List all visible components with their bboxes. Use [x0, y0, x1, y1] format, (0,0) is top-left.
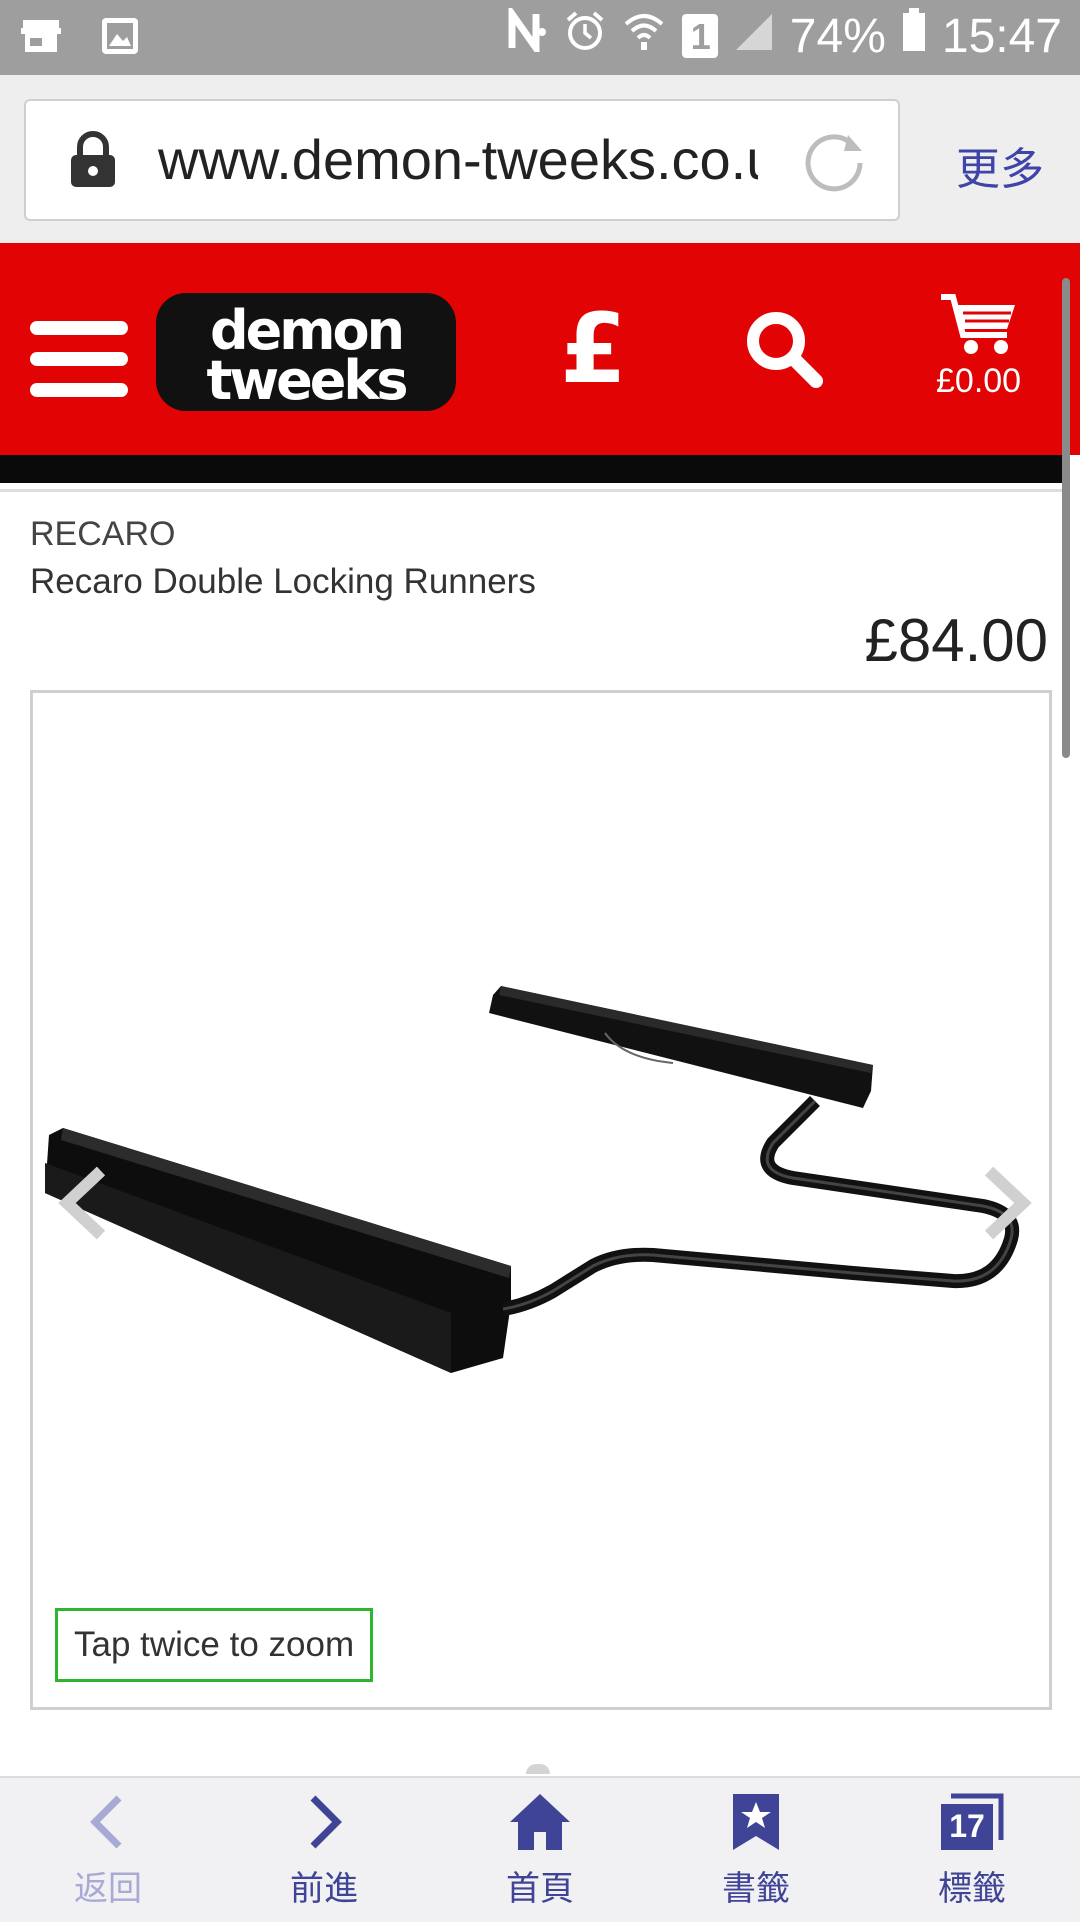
url-text[interactable]: www.demon-tweeks.co.uk	[158, 127, 758, 192]
browser-bottom-nav: 返回 前進 首頁 書籤 17 標籤	[0, 1776, 1080, 1922]
nfc-icon	[508, 2, 548, 64]
tabs-icon: 17	[939, 1792, 1005, 1852]
zoom-hint: Tap twice to zoom	[55, 1608, 374, 1682]
cart-icon	[939, 294, 1019, 361]
url-bar[interactable]: www.demon-tweeks.co.uk	[24, 99, 900, 221]
back-icon	[83, 1795, 133, 1856]
forward-label: 前進	[290, 1870, 358, 1908]
tabs-label: 標籤	[938, 1870, 1006, 1908]
product-price: £84.00	[864, 607, 1048, 674]
carousel-indicator	[526, 1764, 550, 1774]
home-icon	[508, 1794, 572, 1856]
battery-icon	[902, 8, 926, 64]
browser-toolbar: www.demon-tweeks.co.uk 更多	[0, 75, 1080, 243]
currency-button[interactable]: £	[560, 293, 627, 405]
site-header: demon tweeks £ £0.00	[0, 243, 1080, 455]
divider	[0, 489, 1062, 492]
forward-button[interactable]: 前進	[216, 1778, 432, 1922]
tabs-button[interactable]: 17 標籤	[864, 1778, 1080, 1922]
bookmarks-label: 書籤	[722, 1870, 790, 1908]
bookmarks-button[interactable]: 書籤	[648, 1778, 864, 1922]
cart-total: £0.00	[936, 362, 1022, 400]
tab-count: 17	[949, 1808, 985, 1844]
clock: 15:47	[941, 9, 1062, 63]
sim-slot-number: 1	[690, 16, 711, 57]
alarm-icon	[564, 9, 606, 64]
reload-icon[interactable]	[804, 129, 868, 198]
bookmark-icon	[731, 1794, 781, 1856]
signal-icon	[734, 9, 774, 64]
sim-icon: 1	[681, 14, 718, 58]
page-scrollbar[interactable]	[1062, 278, 1070, 758]
carousel-next-icon[interactable]	[977, 1163, 1037, 1248]
back-label: 返回	[74, 1870, 142, 1908]
wifi-icon	[622, 8, 666, 64]
search-icon[interactable]	[742, 307, 826, 396]
logo-line2: tweeks	[206, 349, 406, 411]
header-underline	[0, 455, 1062, 483]
product-image[interactable]	[33, 693, 1049, 1707]
menu-icon[interactable]	[30, 321, 128, 414]
product-name: Recaro Double Locking Runners	[30, 562, 536, 601]
lock-icon	[68, 131, 118, 194]
cart-button[interactable]: £0.00	[936, 293, 1021, 401]
store-icon	[20, 16, 62, 61]
more-button[interactable]: 更多	[956, 133, 1044, 197]
home-button[interactable]: 首頁	[432, 1778, 648, 1922]
back-button[interactable]: 返回	[0, 1778, 216, 1922]
home-label: 首頁	[506, 1870, 574, 1908]
product-image-carousel[interactable]: Tap twice to zoom	[30, 690, 1052, 1710]
status-bar: 1 74% 15:47	[0, 0, 1080, 75]
battery-percent: 74%	[789, 9, 886, 63]
gallery-icon	[100, 16, 140, 61]
site-logo[interactable]: demon tweeks	[156, 293, 456, 416]
carousel-prev-icon[interactable]	[53, 1163, 113, 1248]
product-brand: RECARO	[30, 515, 176, 553]
forward-icon	[299, 1795, 349, 1856]
